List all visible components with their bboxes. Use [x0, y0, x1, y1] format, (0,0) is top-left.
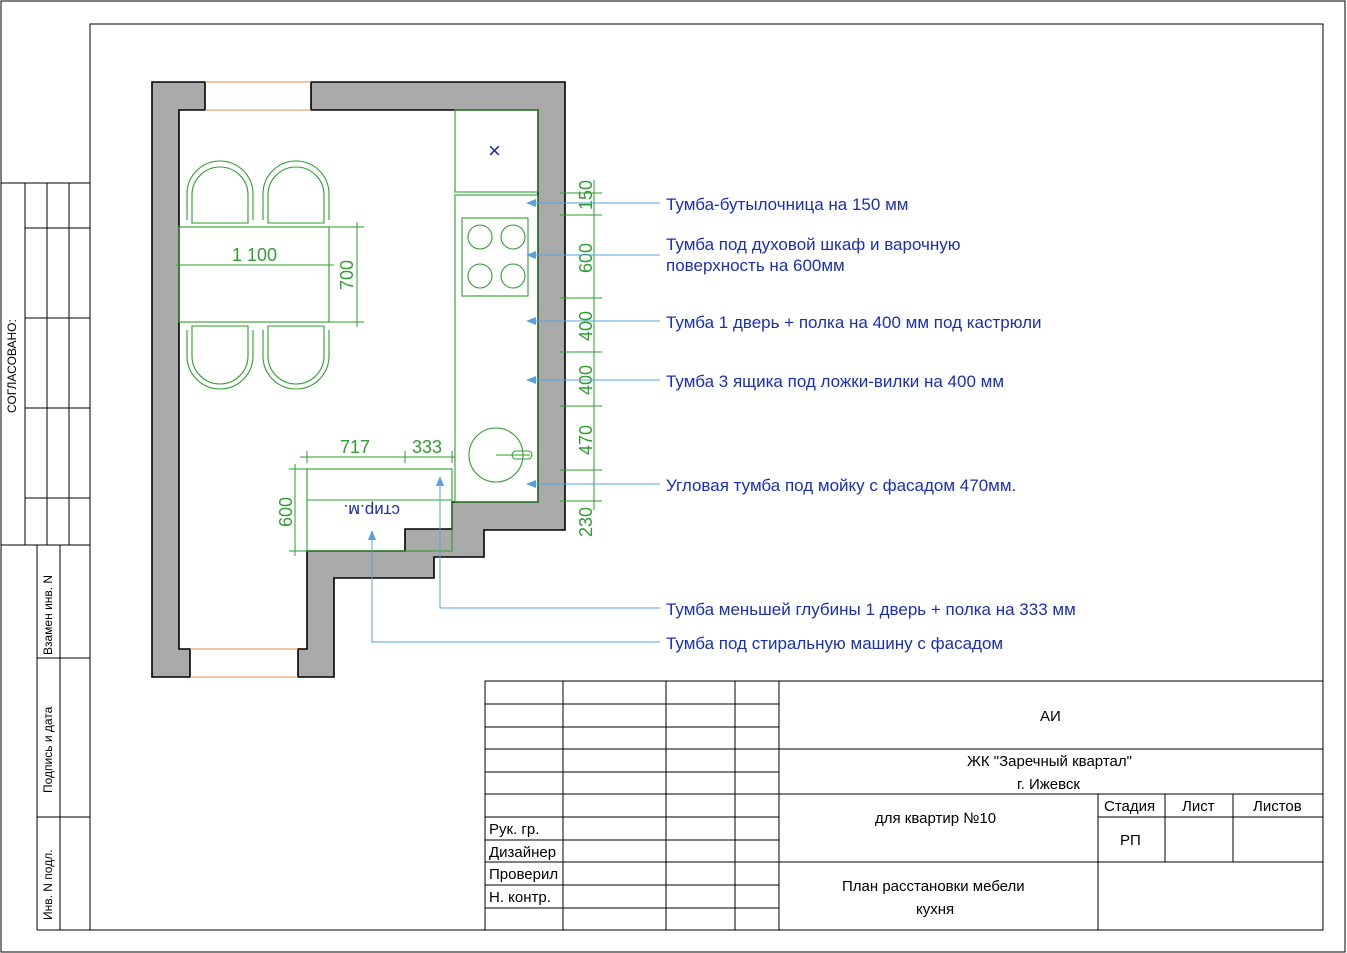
note-oven-cabinet-line2: поверхность на 600мм [666, 256, 845, 275]
org-code: АИ [1040, 708, 1061, 725]
dim-lower-600: 600 [276, 497, 296, 527]
chair [186, 325, 254, 390]
sign-date-label: Подпись и дата [41, 706, 55, 793]
agreed-label: СОГЛАСОВАНО: [5, 319, 19, 413]
counter [454, 194, 539, 503]
drawing-title-line2: кухня [916, 901, 954, 918]
sheet-header: Лист [1182, 798, 1215, 815]
dim-stack-230: 230 [576, 507, 596, 537]
chair [186, 160, 254, 224]
dim-stack-400-a: 400 [576, 311, 596, 341]
chair [262, 325, 330, 390]
dim-table-depth: 700 [337, 260, 357, 290]
dim-stack-470: 470 [576, 425, 596, 455]
sheets-header: Листов [1253, 798, 1302, 815]
role-designer: Дизайнер [489, 844, 556, 861]
note-shallow-cabinet: Тумба меньшей глубины 1 дверь + полка на… [666, 600, 1076, 619]
wall-top-right [297, 81, 566, 678]
project-city: г. Ижевск [1017, 776, 1080, 793]
role-checked: Проверил [489, 866, 558, 883]
dim-table-width: 1 100 [232, 245, 277, 265]
replace-inv-label: Взамен инв. N [41, 575, 55, 655]
stage-header: Стадия [1104, 798, 1155, 815]
kitchen-run: × [454, 109, 539, 503]
dim-stack-600: 600 [576, 243, 596, 273]
side-stamp [1, 182, 90, 931]
notes: Тумба-бутылочница на 150 мм Тумба под ду… [666, 195, 1076, 653]
dining-group [178, 160, 330, 390]
note-drawers-cabinet: Тумба 3 ящика под ложки-вилки на 400 мм [666, 372, 1004, 391]
project-name: ЖК "Заречный квартал" [967, 753, 1132, 770]
table-dimensions: 1 100 700 [176, 222, 364, 327]
kitchen-plan-sheet: СОГЛАСОВАНО: Взамен инв. N Подпись и дат… [0, 0, 1346, 953]
role-head: Рук. гр. [489, 821, 539, 838]
inv-orig-label: Инв. N подл. [41, 849, 55, 920]
walls [151, 81, 566, 678]
note-washer-cabinet: Тумба под стиральную машину с фасадом [666, 634, 1003, 653]
note-sink-cabinet: Угловая тумба под мойку с фасадом 470мм. [666, 476, 1016, 495]
apartment-number: для квартир №10 [875, 810, 996, 827]
role-norm-control: Н. контр. [489, 889, 551, 906]
chair [262, 160, 330, 224]
cabinet-dim-stack: 150 600 400 400 470 230 [560, 180, 602, 537]
hob-icon [461, 217, 529, 297]
note-bottle-cabinet: Тумба-бутылочница на 150 мм [666, 195, 908, 214]
stage-value: РП [1120, 832, 1141, 849]
note-oven-cabinet-line1: Тумба под духовой шкаф и варочную [666, 235, 961, 254]
dim-lower-333: 333 [412, 437, 442, 457]
note-pots-cabinet: Тумба 1 дверь + полка на 400 мм под каст… [666, 313, 1042, 332]
dining-table [178, 226, 330, 323]
tall-cabinet-cross-icon: × [488, 138, 501, 163]
washer-label: стир.м. [344, 501, 400, 520]
drawing-title-line1: План расстановки мебели [842, 878, 1025, 895]
sink-icon [468, 427, 533, 483]
dim-stack-150: 150 [576, 180, 596, 210]
dim-lower-717: 717 [340, 437, 370, 457]
